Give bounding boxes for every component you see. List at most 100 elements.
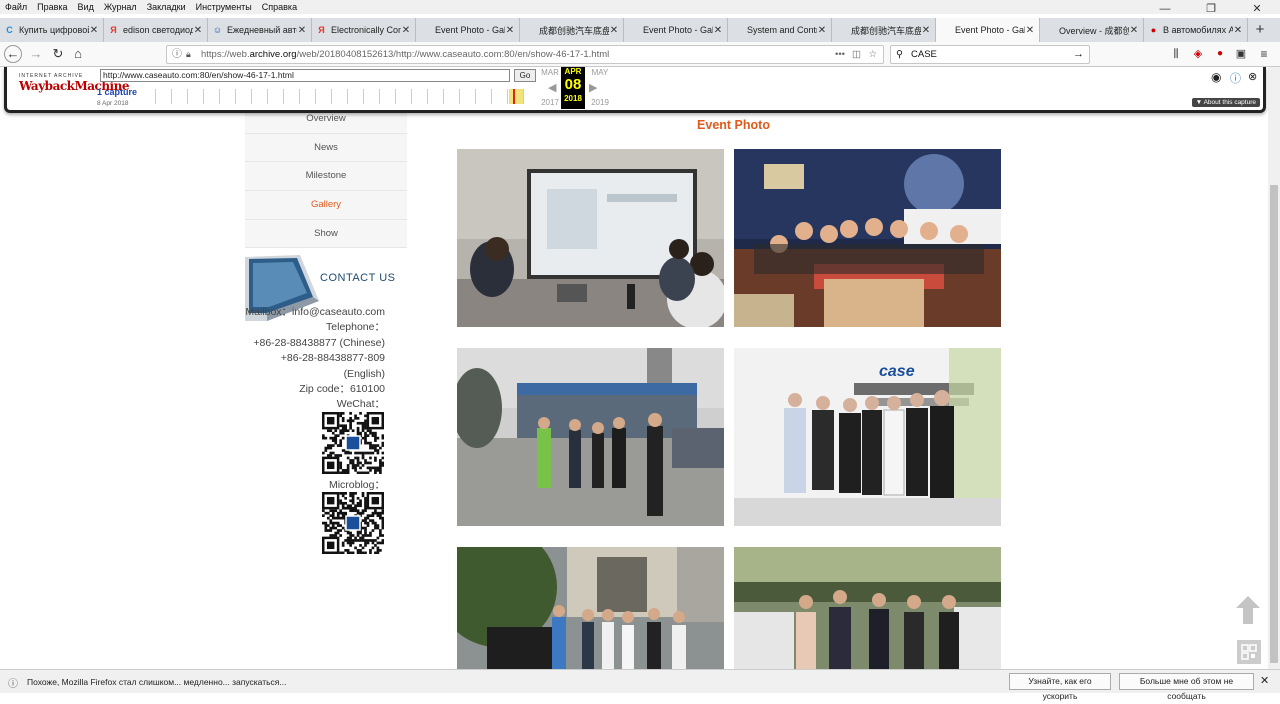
browser-tab[interactable]: Event Photo - Gallery✕ [624, 18, 728, 42]
section-sidebar: Overview News Milestone Gallery Show [245, 104, 407, 249]
minimize-icon[interactable]: — [1142, 0, 1188, 18]
wayback-url-input[interactable]: http://www.caseauto.com:80/en/show-46-17… [100, 69, 510, 82]
close-tab-icon[interactable]: ✕ [505, 25, 515, 36]
browser-tab[interactable]: 成都创驰汽车底盘系统✕ [520, 18, 624, 42]
search-bar[interactable]: ⚲ CASE → [890, 45, 1090, 64]
wayback-next-year[interactable]: 2019 [587, 98, 613, 107]
browser-tab[interactable]: System and Control Te✕ [728, 18, 832, 42]
page-icon [1044, 25, 1055, 36]
close-tab-icon[interactable]: ✕ [1129, 25, 1139, 36]
browser-tab[interactable]: 成都创驰汽车底盘系统✕ [832, 18, 936, 42]
browser-tab[interactable]: Я Electronically Con ✕ [312, 18, 416, 42]
page-actions-icon[interactable]: ••• [835, 46, 845, 63]
new-tab-icon[interactable]: + [1248, 18, 1272, 42]
pocket-icon[interactable]: ◫ [852, 46, 861, 63]
wayback-prev-year[interactable]: 2017 [537, 98, 563, 107]
wayback-captures-link[interactable]: 1 capture [97, 87, 137, 97]
close-tab-icon[interactable]: ✕ [401, 25, 411, 36]
sparkline-tick [331, 89, 332, 104]
search-input[interactable]: CASE [911, 49, 937, 60]
wayback-help-icon[interactable]: ⓘ [1230, 70, 1241, 86]
sidebar-item-news[interactable]: News [245, 133, 407, 163]
reload-icon[interactable]: ↻ [48, 45, 68, 63]
close-tab-icon[interactable]: ✕ [713, 25, 723, 36]
gallery-photo-meeting-room[interactable] [457, 149, 724, 327]
contact-english-note: (English) [343, 367, 385, 380]
dont-show-again-button[interactable]: Больше мне об этом не сообщать [1119, 673, 1254, 701]
close-notification-icon[interactable]: ✕ [1260, 674, 1269, 687]
menu-edit[interactable]: Правка [32, 2, 72, 12]
scrollbar-thumb[interactable] [1270, 185, 1278, 663]
close-tab-icon[interactable]: ✕ [297, 25, 307, 36]
wayback-prev-arrow-icon[interactable]: ◀ [548, 81, 556, 94]
gallery-photo-restaurant[interactable] [734, 149, 1001, 327]
browser-tab[interactable]: Event Photo - Gallery✕ [936, 18, 1040, 42]
menu-view[interactable]: Вид [73, 2, 99, 12]
close-tab-icon[interactable]: ✕ [817, 25, 827, 36]
info-icon[interactable]: ⓘ [172, 46, 182, 63]
sidebar-item-milestone[interactable]: Milestone [245, 162, 407, 192]
tab-bar: C Купить цифровой ✕ Яedison светодиод ✕ ☺ Ежед… [0, 18, 1280, 42]
sidebar-item-gallery[interactable]: Gallery [245, 191, 407, 220]
notification-message: Похоже, Mozilla Firefox стал слишком... … [27, 677, 287, 687]
close-tab-icon[interactable]: ✕ [1233, 25, 1243, 36]
tab-title: edison светодиод [123, 25, 193, 35]
wayback-user-icon[interactable]: ◉ [1211, 70, 1221, 84]
learn-speedup-button[interactable]: Узнайте, как его ускорить [1009, 673, 1111, 701]
vertical-scrollbar[interactable] [1268, 67, 1280, 669]
adblock-icon[interactable]: ● [1210, 45, 1230, 63]
forward-icon[interactable]: → [26, 45, 46, 63]
wayback-next-arrow-icon[interactable]: ▶ [589, 81, 597, 94]
close-tab-icon[interactable]: ✕ [89, 25, 99, 36]
menu-help[interactable]: Справка [257, 2, 302, 12]
contact-zip: Zip code：610100 [299, 383, 385, 396]
browser-tab[interactable]: C Купить цифровой ✕ [0, 18, 104, 42]
page-icon [836, 25, 847, 36]
gallery-photo-outdoor-group[interactable] [734, 547, 1001, 669]
wayback-logo[interactable]: INTERNET ARCHIVE WaybackMachine [19, 73, 129, 93]
browser-tab[interactable]: Event Photo - Gallery✕ [416, 18, 520, 42]
sparkline-tick [427, 89, 428, 104]
library-icon[interactable]: ⫼ [1166, 45, 1186, 63]
gallery-photo-test-center[interactable] [457, 348, 724, 526]
restore-icon[interactable]: ❐ [1188, 0, 1234, 18]
qr-toggle-icon[interactable] [1237, 640, 1261, 664]
tab-title: 成都创驰汽车底盘系统 [539, 25, 609, 36]
wayback-current-day: 08 [564, 76, 582, 93]
browser-tab[interactable]: ● В автомобилях А ✕ [1144, 18, 1248, 42]
back-to-top-icon[interactable] [1236, 596, 1260, 624]
close-tab-icon[interactable]: ✕ [921, 25, 931, 36]
menu-tools[interactable]: Инструменты [191, 2, 257, 12]
wayback-sparkline[interactable] [147, 87, 532, 107]
back-icon[interactable]: ← [4, 45, 22, 63]
close-window-icon[interactable]: ✕ [1234, 0, 1280, 18]
menu-file[interactable]: Файл [0, 2, 32, 12]
wayback-next-month[interactable]: MAY [587, 68, 613, 77]
yandex-icon: Я [110, 24, 117, 35]
menu-bookmarks[interactable]: Закладки [142, 2, 191, 12]
menu-hamburger-icon[interactable]: ≡ [1254, 45, 1274, 63]
menu-history[interactable]: Журнал [99, 2, 142, 12]
wayback-close-icon[interactable]: ⊗ [1248, 70, 1257, 83]
close-tab-icon[interactable]: ✕ [193, 25, 203, 36]
wayback-prev-month[interactable]: MAR [537, 68, 563, 77]
sidebar-item-show[interactable]: Show [245, 219, 407, 249]
browser-tab[interactable]: Яedison светодиод ✕ [104, 18, 208, 42]
close-tab-icon[interactable]: ✕ [1025, 25, 1035, 36]
red-badge-icon: ● [1150, 24, 1157, 35]
close-tab-icon[interactable]: ✕ [609, 25, 619, 36]
browser-tab[interactable]: Overview - 成都创驰✕ [1040, 18, 1144, 42]
wayback-about-capture[interactable]: ▼ About this capture [1191, 98, 1260, 107]
gallery-photo-company-logo-wall[interactable]: case [734, 348, 1001, 526]
url-bar[interactable]: ⓘ 🔒︎ https://web.archive.org/web/2018040… [166, 45, 884, 64]
sidebar-toggle-icon[interactable]: ▣ [1231, 45, 1251, 63]
browser-tab[interactable]: ☺ Ежедневный авто ✕ [208, 18, 312, 42]
ublock-icon[interactable]: ◈ [1188, 45, 1208, 63]
search-go-icon[interactable]: → [1073, 46, 1084, 63]
gallery-photo-building-entrance[interactable] [457, 547, 724, 669]
home-icon[interactable]: ⌂ [68, 45, 88, 63]
wayback-go-button[interactable]: Go [514, 69, 536, 82]
sparkline-capture-mark [513, 89, 515, 104]
wayback-current-month: APR [564, 67, 582, 76]
bookmark-star-icon[interactable]: ☆ [868, 46, 877, 63]
